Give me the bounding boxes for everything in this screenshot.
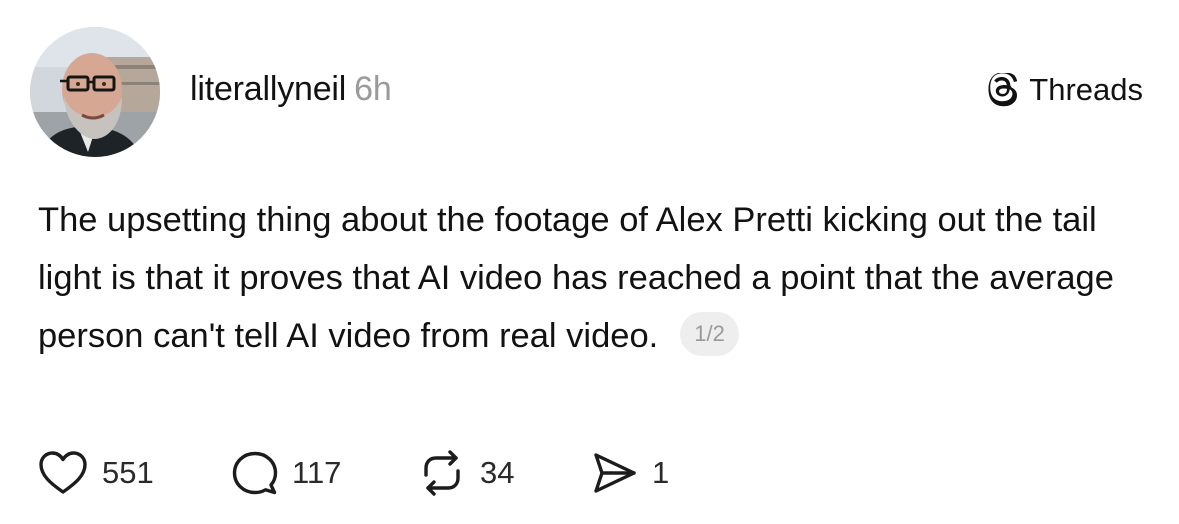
post-actions: 551 117 34 1 bbox=[38, 448, 669, 498]
profile-photo-icon bbox=[30, 27, 160, 157]
thread-position-badge: 1/2 bbox=[680, 311, 739, 356]
username-link[interactable]: literallyneil bbox=[190, 70, 346, 108]
repost-count: 34 bbox=[480, 455, 515, 490]
repost-button[interactable]: 34 bbox=[418, 450, 524, 496]
post-author: literallyneil 6h bbox=[190, 70, 392, 109]
like-count: 551 bbox=[102, 455, 154, 490]
comment-button[interactable]: 117 bbox=[232, 450, 344, 496]
threads-brand-label: Threads bbox=[1029, 72, 1143, 107]
share-button[interactable]: 1 bbox=[592, 451, 669, 495]
threads-post-card: literallyneil 6h Threads The upsetting th… bbox=[0, 0, 1179, 524]
threads-brand[interactable]: Threads bbox=[987, 72, 1143, 108]
post-body: The upsetting thing about the footage of… bbox=[38, 191, 1148, 365]
comment-count: 117 bbox=[292, 455, 342, 490]
heart-icon bbox=[38, 450, 88, 496]
share-count: 1 bbox=[652, 455, 670, 490]
threads-logo-icon bbox=[987, 72, 1021, 107]
paper-plane-icon bbox=[592, 451, 638, 495]
post-text: The upsetting thing about the footage of… bbox=[38, 201, 1114, 355]
like-button[interactable]: 551 bbox=[38, 450, 160, 496]
speech-bubble-icon bbox=[232, 450, 278, 496]
avatar[interactable] bbox=[30, 27, 160, 157]
post-timestamp: 6h bbox=[354, 70, 392, 108]
repost-arrows-icon bbox=[418, 450, 466, 496]
